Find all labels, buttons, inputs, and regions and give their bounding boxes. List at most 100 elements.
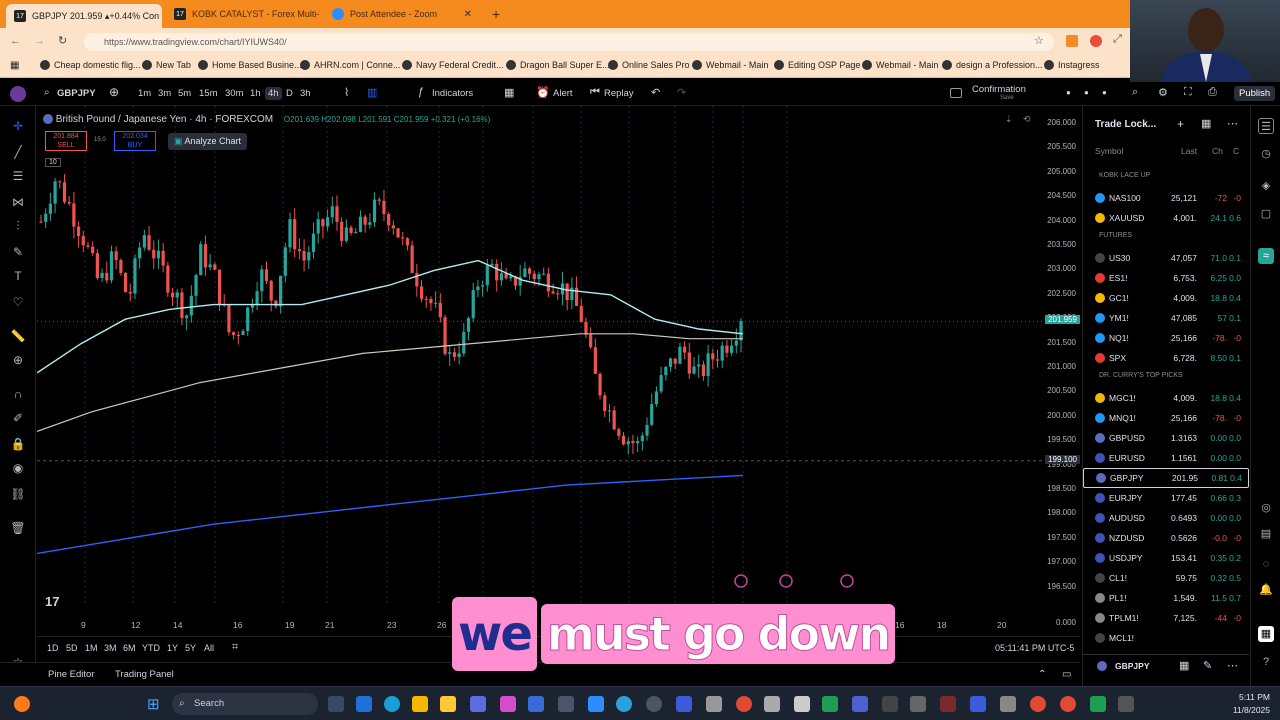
watchlist-row[interactable]: CL1! 59.75 0.32 0.5 bbox=[1083, 568, 1249, 588]
app-icon[interactable] bbox=[794, 696, 810, 712]
chart-type-icon[interactable]: ⌇ bbox=[344, 86, 349, 99]
browser-tab-zoom[interactable]: Post Attendee - Zoom ✕ bbox=[324, 4, 480, 24]
interval-d[interactable]: D bbox=[286, 88, 293, 99]
interval-15m[interactable]: 15m bbox=[199, 88, 217, 99]
interval-5m[interactable]: 5m bbox=[178, 88, 191, 99]
bookmark-item[interactable]: New Tab bbox=[142, 60, 191, 70]
app-icon[interactable] bbox=[1090, 696, 1106, 712]
forecast-icon[interactable]: ⫶ bbox=[10, 218, 26, 234]
trash-icon[interactable]: 🗑 bbox=[10, 520, 26, 536]
range-all[interactable]: All bbox=[204, 643, 214, 653]
eye-icon[interactable]: ◉ bbox=[10, 460, 26, 476]
app-icon[interactable] bbox=[528, 696, 544, 712]
zoom-app-icon[interactable] bbox=[588, 696, 604, 712]
extensions-icon[interactable]: ⤢ bbox=[1113, 33, 1122, 46]
column-header-symbol[interactable]: Symbol bbox=[1095, 146, 1123, 156]
chrome-icon[interactable] bbox=[1030, 696, 1046, 712]
watchlist-section-header[interactable]: DR. CURRY'S TOP PICKS bbox=[1099, 372, 1183, 379]
compare-add-icon[interactable]: ⊕ bbox=[109, 85, 119, 99]
taskbar-date[interactable]: 11/8/2025 bbox=[1210, 705, 1270, 715]
bookmark-item[interactable]: Navy Federal Credit... bbox=[402, 60, 504, 70]
volume-badge[interactable]: 10 bbox=[45, 158, 61, 167]
grid-icon[interactable]: ▦ bbox=[1258, 626, 1274, 642]
layout-icon[interactable]: ▦ bbox=[1201, 117, 1211, 130]
watchlist-row[interactable]: GBPUSD 1.3163 0.00 0.0 bbox=[1083, 428, 1249, 448]
arrow-down-icon[interactable]: ⇣ bbox=[1005, 114, 1013, 125]
watchlist-row[interactable]: US30 47,057 71.0 0.1 bbox=[1083, 248, 1249, 268]
forward-icon[interactable]: → bbox=[34, 35, 45, 47]
watchlist-row[interactable]: AUDUSD 0.6493 0.00 0.0 bbox=[1083, 508, 1249, 528]
discord-icon[interactable] bbox=[852, 696, 868, 712]
add-symbol-icon[interactable]: + bbox=[1177, 117, 1184, 131]
heart-icon[interactable]: ♡ bbox=[10, 294, 26, 310]
pine-icon[interactable]: ≈ bbox=[1258, 248, 1274, 264]
bookmark-item[interactable]: Dragon Ball Super E... bbox=[506, 60, 610, 70]
watchlist-icon[interactable]: ☰ bbox=[1258, 118, 1274, 134]
task-view-icon[interactable] bbox=[328, 696, 344, 712]
range-1m[interactable]: 1M bbox=[85, 643, 98, 653]
browser-tab-kobk[interactable]: 17 KOBK CATALYST - Forex Multi-T ✕ bbox=[166, 4, 320, 24]
buy-button[interactable]: 202.034 BUY bbox=[114, 131, 156, 151]
alarm-icon[interactable]: ⏰ bbox=[536, 86, 550, 99]
app-icon[interactable] bbox=[706, 696, 722, 712]
price-chart[interactable] bbox=[37, 106, 1042, 630]
watchlist-row[interactable]: GC1! 4,009. 18.8 0.4 bbox=[1083, 288, 1249, 308]
brush-icon[interactable]: ✎ bbox=[10, 244, 26, 260]
indicators-icon[interactable]: ƒ bbox=[418, 86, 424, 98]
sync-icon[interactable]: ⟲ bbox=[1023, 114, 1031, 125]
watchlist-row[interactable]: USDJPY 153.41 0.35 0.2 bbox=[1083, 548, 1249, 568]
column-header-last[interactable]: Last bbox=[1181, 146, 1197, 156]
bookmark-item[interactable]: Online Sales Pro bbox=[608, 60, 690, 70]
bookmark-item[interactable]: Webmail - Main bbox=[862, 60, 938, 70]
file-explorer-icon[interactable] bbox=[412, 696, 428, 712]
new-tab-button[interactable]: + bbox=[484, 4, 504, 24]
watchlist-row[interactable]: ES1! 6,753. 6.25 0.0 bbox=[1083, 268, 1249, 288]
taskbar-search[interactable]: ⌕ Search bbox=[172, 693, 318, 715]
bookmark-item[interactable]: design a Profession... bbox=[942, 60, 1043, 70]
chrome-icon[interactable] bbox=[1060, 696, 1076, 712]
column-header-chg[interactable]: Ch bbox=[1212, 146, 1223, 156]
zoom-in-icon[interactable]: ⊕ bbox=[10, 352, 26, 368]
watchlist-row[interactable]: GBPJPY 201.95 0.81 0.4 bbox=[1083, 468, 1249, 488]
alert-button[interactable]: Alert bbox=[553, 88, 573, 99]
edge-icon[interactable] bbox=[384, 696, 400, 712]
settings-gear-icon[interactable]: ⚙ bbox=[1158, 86, 1168, 99]
buy-sell-icon[interactable]: ● bbox=[1066, 88, 1071, 97]
bookmark-item[interactable]: Cheap domestic flig... bbox=[40, 60, 141, 70]
lock-drawing-icon[interactable]: ✐ bbox=[10, 410, 26, 426]
buy-sell-icon[interactable]: ● bbox=[1102, 88, 1107, 97]
folder-icon[interactable] bbox=[440, 696, 456, 712]
price-axis[interactable]: 206.000 205.500 205.000 204.500 204.000 203.5… bbox=[1042, 106, 1082, 630]
reload-icon[interactable]: ↻ bbox=[58, 34, 67, 47]
maximize-icon[interactable]: ▭ bbox=[1062, 669, 1071, 680]
replay-icon[interactable]: ⏮ bbox=[590, 86, 600, 99]
trading-panel-tab[interactable]: Trading Panel bbox=[115, 669, 174, 680]
calendar-icon[interactable]: ⌗ bbox=[232, 641, 238, 654]
range-5d[interactable]: 5D bbox=[66, 643, 78, 653]
extension-icon[interactable] bbox=[1090, 35, 1102, 47]
column-header-chgp[interactable]: C bbox=[1233, 146, 1239, 156]
layers-icon[interactable]: ◈ bbox=[1258, 178, 1274, 194]
redo-icon[interactable]: ↷ bbox=[677, 86, 686, 99]
bookmark-item[interactable]: AHRN.com | Conne... bbox=[300, 60, 400, 70]
layout-icon[interactable]: ▦ bbox=[1179, 659, 1189, 672]
chevron-up-icon[interactable]: ⌃ bbox=[1038, 669, 1046, 680]
trendline-icon[interactable]: ╱ bbox=[10, 144, 26, 160]
pattern-icon[interactable]: ⋈ bbox=[10, 194, 26, 210]
telegram-icon[interactable] bbox=[616, 696, 632, 712]
watchlist-row[interactable]: MCL1! bbox=[1083, 628, 1249, 648]
watchlist-title[interactable]: Trade Lock... bbox=[1095, 119, 1156, 130]
interval-3h[interactable]: 3h bbox=[300, 88, 311, 99]
edit-icon[interactable]: ✎ bbox=[1203, 659, 1212, 672]
interval-3m[interactable]: 3m bbox=[158, 88, 171, 99]
watchlist-row[interactable]: EURJPY 177.45 0.66 0.3 bbox=[1083, 488, 1249, 508]
watchlist-section-header[interactable]: FUTURES bbox=[1099, 232, 1132, 239]
url-field[interactable]: https://www.tradingview.com/chart/IYIUWS… bbox=[84, 33, 1054, 51]
interval-30m[interactable]: 30m bbox=[225, 88, 243, 99]
copilot-icon[interactable] bbox=[500, 696, 516, 712]
app-icon[interactable] bbox=[882, 696, 898, 712]
link-icon[interactable]: ⛓ bbox=[10, 486, 26, 502]
app-icon[interactable] bbox=[646, 696, 662, 712]
lock-icon[interactable]: 🔒 bbox=[10, 436, 26, 452]
app-icon[interactable] bbox=[940, 696, 956, 712]
